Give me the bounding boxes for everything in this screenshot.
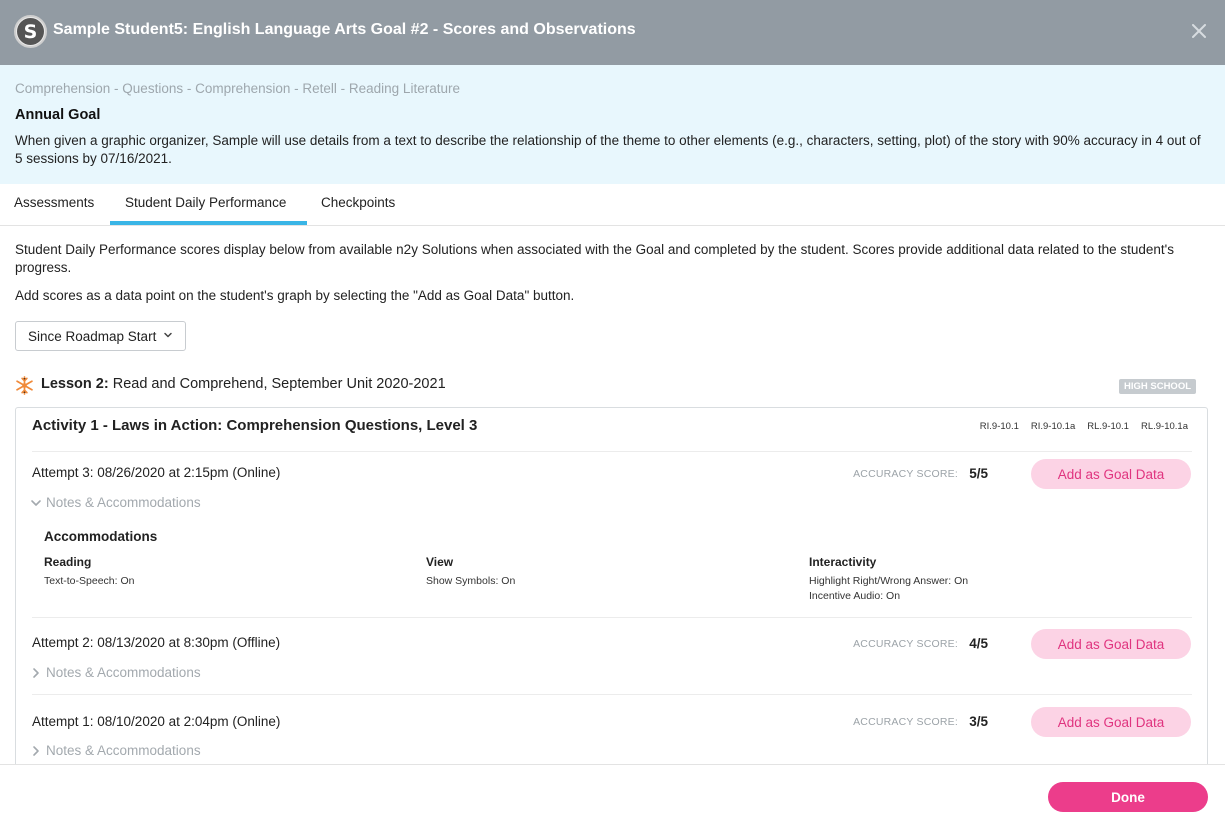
standard-tag: RI.9-10.1a <box>1030 421 1076 432</box>
accuracy-score-value: 5/5 <box>969 466 988 481</box>
close-icon <box>1192 24 1206 38</box>
goal-text: When given a graphic organizer, Sample w… <box>15 133 1201 166</box>
snowflake-icon <box>16 376 33 395</box>
modal-footer: Done <box>0 764 1225 826</box>
standard-tag: RI.9-10.1 <box>979 421 1019 432</box>
accuracy-score-label: ACCURACY SCORE: <box>853 638 958 650</box>
add-as-goal-data-button[interactable]: Add as Goal Data <box>1031 707 1191 737</box>
tab-checkpoints[interactable]: Checkpoints <box>321 195 395 210</box>
goal-panel: Comprehension - Questions - Comprehensio… <box>0 65 1225 184</box>
attempt-1-label: Attempt 1: 08/10/2020 at 2:04pm (Online) <box>32 714 281 729</box>
accommodations-heading: Accommodations <box>44 529 158 544</box>
modal-header: S Sample Student5: English Language Arts… <box>0 0 1225 65</box>
lesson-label: Lesson 2: <box>41 376 109 392</box>
lesson-name: Read and Comprehend, September Unit 2020… <box>108 376 446 392</box>
standard-tag: RL.9-10.1a <box>1140 421 1188 432</box>
accuracy-score-label: ACCURACY SCORE: <box>853 716 958 728</box>
date-range-select[interactable]: Since Roadmap Start <box>15 321 186 351</box>
close-button[interactable] <box>1187 18 1211 44</box>
attempt-3-label: Attempt 3: 08/26/2020 at 2:15pm (Online) <box>32 465 281 480</box>
add-as-goal-data-button[interactable]: Add as Goal Data <box>1031 459 1191 489</box>
level-badge: HIGH SCHOOL <box>1119 379 1196 394</box>
chevron-down-icon <box>164 332 172 338</box>
date-range-value: Since Roadmap Start <box>28 328 157 344</box>
view-heading: View <box>426 555 454 569</box>
accuracy-score-label: ACCURACY SCORE: <box>853 468 958 480</box>
chevron-right-icon <box>33 667 39 678</box>
notes-accommodations-toggle[interactable]: Notes & Accommodations <box>30 665 201 680</box>
intro-instruction: Add scores as a data point on the studen… <box>15 288 575 303</box>
divider <box>32 451 1192 452</box>
goal-breadcrumb: Comprehension - Questions - Comprehensio… <box>15 81 460 96</box>
divider <box>32 617 1192 618</box>
active-tab-indicator <box>110 221 307 225</box>
chevron-right-icon <box>33 745 39 756</box>
chevron-down-icon <box>31 499 41 506</box>
notes-label: Notes & Accommodations <box>46 495 201 510</box>
app-logo: S <box>14 15 47 48</box>
notes-label: Notes & Accommodations <box>46 665 201 680</box>
attempt-2-label: Attempt 2: 08/13/2020 at 8:30pm (Offline… <box>32 635 281 650</box>
add-as-goal-data-button[interactable]: Add as Goal Data <box>1031 629 1191 659</box>
accuracy-score-value: 4/5 <box>969 636 988 651</box>
view-value: Show Symbols: On <box>426 575 516 587</box>
reading-value: Text-to-Speech: On <box>44 575 135 587</box>
notes-accommodations-toggle[interactable]: Notes & Accommodations <box>30 495 201 510</box>
tab-student-daily-performance[interactable]: Student Daily Performance <box>125 195 286 210</box>
notes-accommodations-toggle[interactable]: Notes & Accommodations <box>30 743 201 758</box>
tab-assessments[interactable]: Assessments <box>14 195 94 210</box>
interactivity-heading: Interactivity <box>809 555 877 569</box>
goal-heading: Annual Goal <box>15 107 101 123</box>
divider <box>32 694 1192 695</box>
reading-heading: Reading <box>44 555 92 569</box>
lesson-title: Lesson 2: Read and Comprehend, September… <box>41 376 446 392</box>
done-button[interactable]: Done <box>1048 782 1208 812</box>
standards-list: RI.9-10.1 RI.9-10.1a RL.9-10.1 RL.9-10.1… <box>980 421 1188 432</box>
interactivity-value: Highlight Right/Wrong Answer: On <box>809 575 969 587</box>
activity-card: Activity 1 - Laws in Action: Comprehensi… <box>15 407 1208 787</box>
intro-text: Student Daily Performance scores display… <box>15 242 1174 275</box>
notes-label: Notes & Accommodations <box>46 743 201 758</box>
interactivity-value: Incentive Audio: On <box>809 590 901 602</box>
standard-tag: RL.9-10.1 <box>1087 421 1129 432</box>
logo-letter: S <box>17 18 44 45</box>
modal-title: Sample Student5: English Language Arts G… <box>53 21 636 38</box>
activity-title: Activity 1 - Laws in Action: Comprehensi… <box>32 417 478 434</box>
tab-bar: Assessments Student Daily Performance Ch… <box>0 184 1225 226</box>
accuracy-score-value: 3/5 <box>969 714 988 729</box>
